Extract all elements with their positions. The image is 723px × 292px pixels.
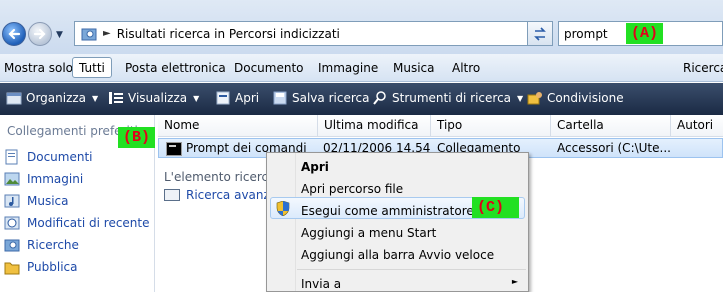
nav-item-label: Documenti [27, 150, 93, 164]
address-bar[interactable]: ► Risultati ricerca in Percorsi indicizz… [74, 21, 547, 46]
save-search-label: Salva ricerca [292, 91, 370, 105]
forward-arrow-icon [33, 28, 46, 40]
uac-shield-icon [276, 201, 290, 216]
views-button[interactable]: Visualizza ▼ [108, 91, 199, 105]
column-header-modified[interactable]: Ultima modifica [318, 115, 431, 137]
result-folder: Accessori (C:\Ute... [557, 141, 671, 155]
public-folder-icon [4, 262, 20, 275]
breadcrumb-separator-icon[interactable]: ► [103, 28, 111, 39]
refresh-button[interactable] [527, 21, 553, 46]
forward-button[interactable] [28, 22, 52, 46]
chevron-down-icon: ▼ [92, 93, 99, 103]
magnifier-icon [373, 91, 386, 105]
filter-bar: Mostra solo: Tutti Posta elettronica Doc… [0, 54, 723, 82]
pictures-icon [4, 172, 20, 186]
menu-item-pin-start[interactable]: Aggiungi a menu Start [301, 226, 436, 240]
recent-pages-dropdown[interactable]: ▼ [56, 30, 63, 40]
back-button[interactable] [2, 22, 26, 46]
open-icon [216, 91, 230, 105]
address-row: ▼ ► Risultati ricerca in Percorsi indici… [0, 0, 723, 60]
search-tools-button[interactable]: Strumenti di ricerca ▼ [372, 91, 523, 105]
documents-icon [5, 149, 18, 165]
menu-item-add-quick-launch[interactable]: Aggiungi alla barra Avvio veloce [301, 248, 494, 262]
menu-item-open[interactable]: Apri [301, 160, 329, 174]
nav-item-music[interactable]: Musica [4, 193, 69, 209]
organize-icon [6, 92, 22, 105]
context-menu: Apri Apri percorso file Esegui come ammi… [266, 152, 529, 292]
nav-item-recently-changed[interactable]: Modificati di recente [4, 215, 150, 231]
organize-button[interactable]: Organizza ▼ [6, 91, 98, 105]
nav-item-label: Ricerche [27, 238, 79, 252]
menu-item-send-to[interactable]: Invia a [301, 277, 341, 291]
annotation-b: (B) [118, 127, 156, 148]
column-header-name[interactable]: Nome [158, 115, 318, 137]
nav-item-label: Pubblica [27, 260, 78, 274]
nav-item-label: Modificati di recente [27, 216, 150, 230]
share-label: Condivisione [547, 91, 624, 105]
column-header-authors[interactable]: Autori [671, 115, 723, 137]
filter-label: Mostra solo: [4, 61, 78, 75]
organize-label: Organizza [26, 91, 87, 105]
nav-item-searches[interactable]: Ricerche [4, 237, 79, 253]
menu-item-open-file-location[interactable]: Apri percorso file [301, 182, 403, 196]
filter-tab-music[interactable]: Musica [393, 61, 435, 75]
open-button[interactable]: Apri [215, 91, 259, 105]
filter-tab-other[interactable]: Altro [452, 61, 480, 75]
save-search-button[interactable]: Salva ricerca [272, 91, 369, 105]
command-toolbar: Organizza ▼ Visualizza ▼ Apri Salva rice… [0, 83, 723, 115]
search-folder-icon [81, 28, 97, 40]
nav-item-label: Musica [27, 194, 69, 208]
breadcrumb[interactable]: Risultati ricerca in Percorsi indicizzat… [117, 27, 340, 41]
column-header-folder[interactable]: Cartella [551, 115, 671, 137]
views-icon [109, 92, 123, 104]
menu-separator [297, 269, 526, 270]
annotation-a: (A) [626, 23, 664, 44]
filter-tab-image[interactable]: Immagine [318, 61, 378, 75]
column-header-type[interactable]: Tipo [431, 115, 551, 137]
share-icon [527, 92, 542, 105]
nav-item-pictures[interactable]: Immagini [4, 171, 83, 187]
nav-item-public[interactable]: Pubblica [4, 259, 77, 275]
open-label: Apri [235, 91, 260, 105]
music-icon [4, 194, 20, 208]
searches-icon [4, 239, 20, 252]
chevron-down-icon: ▼ [517, 93, 524, 103]
nav-item-label: Immagini [27, 172, 84, 186]
nav-item-documents[interactable]: Documenti [4, 149, 93, 165]
share-button[interactable]: Condivisione [527, 91, 624, 105]
filter-tab-document[interactable]: Documento [234, 61, 304, 75]
filter-tab-search[interactable]: Ricerca [683, 61, 723, 75]
search-input[interactable] [564, 26, 624, 41]
command-prompt-icon [166, 142, 182, 156]
views-label: Visualizza [128, 91, 188, 105]
refresh-icon [534, 26, 546, 41]
menu-item-run-as-admin[interactable]: Esegui come amministratore [301, 204, 474, 218]
annotation-c: (C) [472, 197, 519, 218]
chevron-down-icon: ▼ [193, 93, 200, 103]
filter-tab-email[interactable]: Posta elettronica [125, 61, 226, 75]
back-arrow-icon [8, 28, 21, 40]
filter-tab-all[interactable]: Tutti [72, 57, 112, 78]
advanced-search-icon [164, 189, 180, 201]
submenu-arrow-icon: ► [511, 277, 518, 286]
recently-changed-icon [4, 216, 20, 230]
save-search-icon [273, 91, 287, 105]
search-tools-label: Strumenti di ricerca [392, 91, 512, 105]
